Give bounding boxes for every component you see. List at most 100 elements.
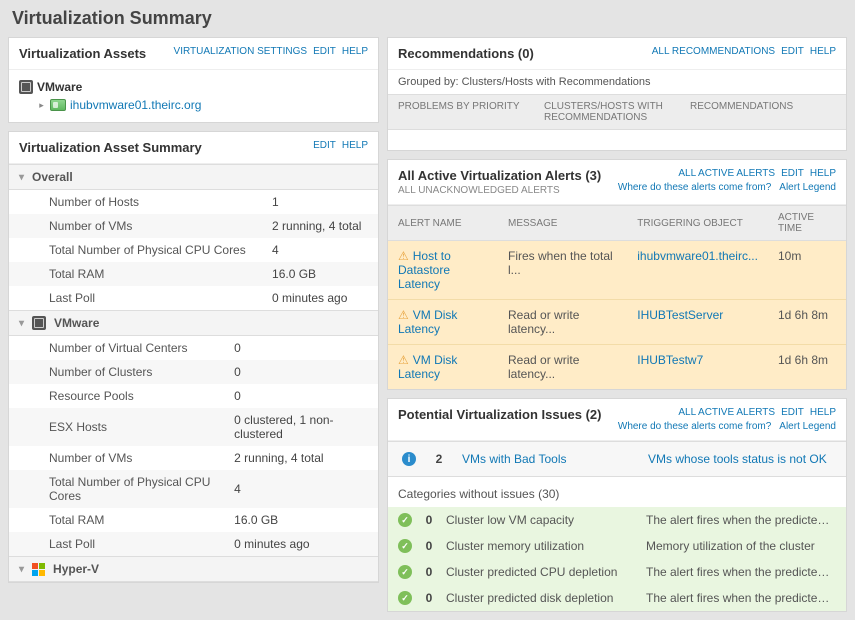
info-icon: i <box>402 452 416 466</box>
table-row: Number of Virtual Centers0 <box>9 336 378 360</box>
alert-message: Read or write latency... <box>498 345 627 390</box>
table-row: ESX Hosts0 clustered, 1 non-clustered <box>9 408 378 446</box>
kv-value: 0 clustered, 1 non-clustered <box>234 408 378 446</box>
alert-row[interactable]: ⚠VM Disk LatencyRead or write latency...… <box>388 300 846 345</box>
alert-message: Read or write latency... <box>498 300 627 345</box>
kv-value: 4 <box>272 238 378 262</box>
vmware-icon <box>19 80 33 94</box>
alerts-table: ALERT NAMEMESSAGETRIGGERING OBJECTACTIVE… <box>388 205 846 389</box>
link[interactable]: EDIT <box>781 407 804 418</box>
issue-row[interactable]: ✓0Cluster low VM capacityThe alert fires… <box>388 507 846 533</box>
col-header: ALERT NAME <box>388 206 498 241</box>
link[interactable]: HELP <box>810 407 836 418</box>
chevron-down-icon: ▾ <box>19 318 24 329</box>
kv-key: Total Number of Physical CPU Cores <box>9 470 234 508</box>
warning-icon: ⚠ <box>398 249 409 263</box>
active-time: 10m <box>768 241 846 300</box>
panel-subtitle: ALL UNACKNOWLEDGED ALERTS <box>398 185 601 196</box>
issue-top-row[interactable]: i 2 VMs with Bad Tools VMs whose tools s… <box>388 441 846 477</box>
link[interactable]: ALL RECOMMENDATIONS <box>652 46 775 57</box>
link[interactable]: Alert Legend <box>779 421 836 432</box>
link[interactable]: ALL ACTIVE ALERTS <box>678 168 775 179</box>
tree-root[interactable]: VMware <box>19 78 368 96</box>
panel-sublinks: Where do these alerts come from? Alert Le… <box>618 182 836 193</box>
col-header: RECOMMENDATIONS <box>690 101 836 123</box>
issue-name: Cluster predicted CPU depletion <box>446 565 636 579</box>
grouped-by-note: Grouped by: Clusters/Hosts with Recommen… <box>388 70 846 94</box>
kv-value: 16.0 GB <box>234 508 378 532</box>
link[interactable]: Where do these alerts come from? <box>618 421 771 432</box>
alert-row[interactable]: ⚠Host to Datastore LatencyFires when the… <box>388 241 846 300</box>
kv-key: ESX Hosts <box>9 408 234 446</box>
col-header: TRIGGERING OBJECT <box>627 206 768 241</box>
alert-row[interactable]: ⚠VM Disk LatencyRead or write latency...… <box>388 345 846 390</box>
col-header: ACTIVE TIME <box>768 206 846 241</box>
kv-key: Number of VMs <box>9 214 272 238</box>
kv-value: 4 <box>234 470 378 508</box>
section-head[interactable]: ▾VMware <box>9 310 378 336</box>
warning-icon: ⚠ <box>398 353 409 367</box>
recommendations-panel: Recommendations (0) ALL RECOMMENDATIONSE… <box>387 37 847 151</box>
active-time: 1d 6h 8m <box>768 300 846 345</box>
alert-message: Fires when the total l... <box>498 241 627 300</box>
warning-icon: ⚠ <box>398 308 409 322</box>
tree-child-link[interactable]: ihubvmware01.theirc.org <box>70 98 201 112</box>
link[interactable]: Alert Legend <box>779 182 836 193</box>
link[interactable]: EDIT <box>313 140 336 151</box>
panel-title: Virtualization Assets <box>19 46 146 61</box>
kv-table: Number of Virtual Centers0Number of Clus… <box>9 336 378 556</box>
issue-name-link[interactable]: VMs with Bad Tools <box>462 452 632 466</box>
link[interactable]: EDIT <box>781 168 804 179</box>
kv-key: Number of VMs <box>9 446 234 470</box>
issue-count: 0 <box>422 513 436 527</box>
issue-name: Cluster predicted disk depletion <box>446 591 636 605</box>
panel-title: Virtualization Asset Summary <box>19 140 202 155</box>
categories-note: Categories without issues (30) <box>388 477 846 507</box>
host-icon <box>50 99 66 111</box>
link[interactable]: EDIT <box>313 46 336 57</box>
expand-icon[interactable]: ▸ <box>37 101 46 110</box>
link[interactable]: ALL ACTIVE ALERTS <box>678 407 775 418</box>
virtualization-assets-panel: Virtualization Assets VIRTUALIZATION SET… <box>8 37 379 123</box>
kv-value: 2 running, 4 total <box>272 214 378 238</box>
kv-key: Number of Hosts <box>9 190 272 214</box>
table-row: Resource Pools0 <box>9 384 378 408</box>
issue-row[interactable]: ✓ 0 Cluster predicted CPU depletion The ale… <box>388 559 846 585</box>
triggering-object-link[interactable]: IHUBTestServer <box>637 308 723 322</box>
link[interactable]: Where do these alerts come from? <box>618 182 771 193</box>
issue-desc-link[interactable]: VMs whose tools status is not OK <box>648 452 827 466</box>
hyperv-icon <box>32 563 45 576</box>
panel-links: ALL ACTIVE ALERTS EDIT HELP <box>678 407 836 418</box>
vmware-icon <box>32 316 46 330</box>
link[interactable]: VIRTUALIZATION SETTINGS <box>174 46 308 57</box>
table-row: Number of VMs2 running, 4 total <box>9 214 378 238</box>
issue-row[interactable]: ✓0Cluster predicted disk depletionThe al… <box>388 585 846 611</box>
table-row: Number of VMs2 running, 4 total <box>9 446 378 470</box>
section-label: Overall <box>32 170 73 184</box>
kv-value: 0 minutes ago <box>234 532 378 556</box>
tree-child[interactable]: ▸ ihubvmware01.theirc.org <box>19 96 368 114</box>
kv-key: Total RAM <box>9 508 234 532</box>
active-alerts-panel: All Active Virtualization Alerts (3) ALL… <box>387 159 847 390</box>
kv-key: Resource Pools <box>9 384 234 408</box>
col-header: CLUSTERS/HOSTS WITH RECOMMENDATIONS <box>544 101 690 123</box>
page-title: Virtualization Summary <box>0 0 855 37</box>
triggering-object-link[interactable]: ihubvmware01.theirc... <box>637 249 758 263</box>
check-icon: ✓ <box>398 565 412 579</box>
table-row: Total Number of Physical CPU Cores4 <box>9 470 378 508</box>
issue-desc: The alert fires when the predicted time … <box>646 565 836 579</box>
section-head[interactable]: ▾Hyper-V <box>9 556 378 582</box>
link[interactable]: HELP <box>810 46 836 57</box>
link[interactable]: HELP <box>342 140 368 151</box>
panel-sublinks: Where do these alerts come from? Alert Le… <box>618 421 836 432</box>
kv-value: 16.0 GB <box>272 262 378 286</box>
kv-value: 0 minutes ago <box>272 286 378 310</box>
col-header: PROBLEMS BY PRIORITY <box>398 101 544 123</box>
issue-count: 0 <box>422 565 436 579</box>
triggering-object-link[interactable]: IHUBTestw7 <box>637 353 703 367</box>
section-head[interactable]: ▾Overall <box>9 164 378 190</box>
link[interactable]: EDIT <box>781 46 804 57</box>
issue-row[interactable]: ✓0Cluster memory utilizationMemory utili… <box>388 533 846 559</box>
link[interactable]: HELP <box>810 168 836 179</box>
link[interactable]: HELP <box>342 46 368 57</box>
